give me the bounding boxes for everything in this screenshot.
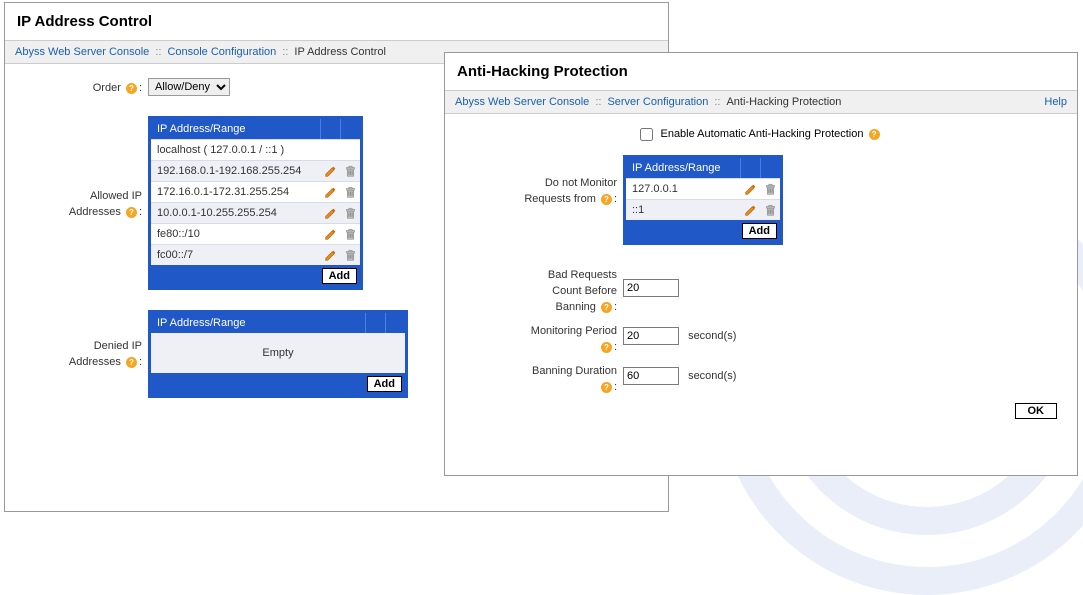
help-icon[interactable]: ?: [126, 357, 137, 368]
ip-cell: 192.168.0.1-192.168.255.254: [151, 161, 320, 181]
ip-cell: 10.0.0.1-10.255.255.254: [151, 203, 320, 223]
table-row: 127.0.0.1: [626, 178, 780, 199]
table-header: IP Address/Range: [151, 119, 320, 139]
delete-icon[interactable]: [344, 228, 357, 241]
help-link[interactable]: Help: [1044, 96, 1067, 108]
banning-duration-label: Banning Duration ?:: [463, 361, 623, 395]
delete-icon[interactable]: [344, 207, 357, 220]
delete-icon[interactable]: [344, 186, 357, 199]
bad-requests-input[interactable]: [623, 279, 679, 297]
edit-icon[interactable]: [324, 249, 337, 262]
ip-cell: 127.0.0.1: [626, 179, 740, 199]
banning-duration-input[interactable]: [623, 367, 679, 385]
denied-ip-table: IP Address/Range Empty Add: [148, 310, 408, 398]
help-icon[interactable]: ?: [601, 342, 612, 353]
ip-cell: ::1: [626, 200, 740, 220]
bad-requests-label: Bad Requests Count Before Banning ?:: [463, 265, 623, 315]
table-empty: Empty: [151, 333, 405, 373]
breadcrumb-sep: ::: [595, 96, 601, 108]
table-row: 192.168.0.1-192.168.255.254: [151, 160, 360, 181]
denied-ip-label: Denied IP Addresses ?:: [23, 310, 148, 370]
enable-checkbox[interactable]: [640, 128, 653, 141]
breadcrumb-sep: ::: [714, 96, 720, 108]
ok-button[interactable]: OK: [1015, 403, 1058, 419]
allowed-ip-label: Allowed IP Addresses ?:: [23, 116, 148, 220]
monitoring-period-label: Monitoring Period ?:: [463, 321, 623, 355]
table-row: 172.16.0.1-172.31.255.254: [151, 181, 360, 202]
panel-title: IP Address Control: [5, 3, 668, 41]
help-icon[interactable]: ?: [126, 83, 137, 94]
unit-label: second(s): [688, 330, 736, 342]
table-row: ::1: [626, 199, 780, 220]
ip-cell: fe80::/10: [151, 224, 320, 244]
breadcrumb: Abyss Web Server Console :: Server Confi…: [445, 91, 1077, 114]
add-button[interactable]: Add: [742, 223, 777, 239]
allowed-ip-table: IP Address/Range localhost ( 127.0.0.1 /…: [148, 116, 363, 290]
anti-hacking-panel: Anti-Hacking Protection Abyss Web Server…: [444, 52, 1078, 476]
breadcrumb-sep: ::: [155, 46, 161, 58]
breadcrumb-link[interactable]: Server Configuration: [607, 96, 708, 108]
order-select[interactable]: Allow/Deny: [148, 78, 230, 96]
add-button[interactable]: Add: [322, 268, 357, 284]
add-button[interactable]: Add: [367, 376, 402, 392]
ip-cell: 172.16.0.1-172.31.255.254: [151, 182, 320, 202]
ip-cell: fc00::/7: [151, 245, 320, 265]
monitor-ip-table: IP Address/Range 127.0.0.1::1 Add: [623, 155, 783, 245]
delete-icon[interactable]: [344, 249, 357, 262]
edit-icon[interactable]: [324, 165, 337, 178]
delete-icon[interactable]: [764, 204, 777, 217]
enable-label[interactable]: Enable Automatic Anti-Hacking Protection…: [640, 128, 881, 140]
delete-icon[interactable]: [764, 183, 777, 196]
order-label: Order ?:: [23, 78, 148, 96]
help-icon[interactable]: ?: [601, 382, 612, 393]
breadcrumb-link[interactable]: Console Configuration: [167, 46, 276, 58]
edit-icon[interactable]: [324, 207, 337, 220]
panel-title: Anti-Hacking Protection: [445, 53, 1077, 91]
help-icon[interactable]: ?: [126, 207, 137, 218]
table-row: localhost ( 127.0.0.1 / ::1 ): [151, 139, 360, 160]
help-icon[interactable]: ?: [601, 194, 612, 205]
edit-icon[interactable]: [324, 228, 337, 241]
edit-icon[interactable]: [324, 186, 337, 199]
edit-icon[interactable]: [744, 204, 757, 217]
monitor-label: Do not Monitor Requests from ?:: [463, 155, 623, 207]
ip-cell: localhost ( 127.0.0.1 / ::1 ): [151, 140, 320, 160]
table-row: 10.0.0.1-10.255.255.254: [151, 202, 360, 223]
table-header: IP Address/Range: [151, 313, 365, 333]
table-row: fe80::/10: [151, 223, 360, 244]
unit-label: second(s): [688, 370, 736, 382]
breadcrumb-link[interactable]: Abyss Web Server Console: [455, 96, 589, 108]
breadcrumb-link[interactable]: Abyss Web Server Console: [15, 46, 149, 58]
delete-icon[interactable]: [344, 165, 357, 178]
table-row: fc00::/7: [151, 244, 360, 265]
breadcrumb-sep: ::: [282, 46, 288, 58]
help-icon[interactable]: ?: [869, 129, 880, 140]
monitoring-period-input[interactable]: [623, 327, 679, 345]
table-header: IP Address/Range: [626, 158, 740, 178]
breadcrumb-current: Anti-Hacking Protection: [726, 96, 841, 108]
breadcrumb-current: IP Address Control: [294, 46, 386, 58]
help-icon[interactable]: ?: [601, 302, 612, 313]
edit-icon[interactable]: [744, 183, 757, 196]
